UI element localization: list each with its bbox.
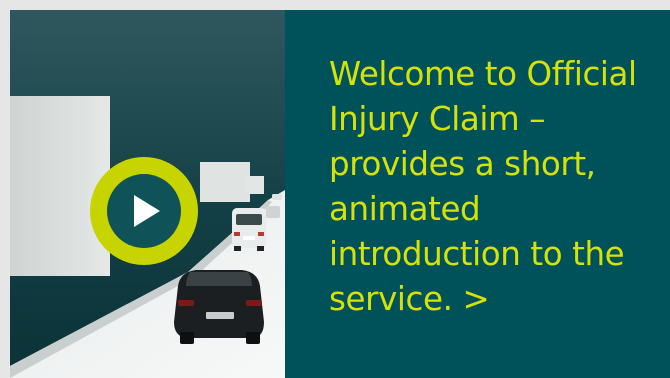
- black-car: [174, 270, 264, 344]
- promo-panel[interactable]: Welcome to Official Injury Claim – provi…: [285, 10, 670, 378]
- video-promo-card: Welcome to Official Injury Claim – provi…: [10, 10, 670, 378]
- video-thumbnail[interactable]: [10, 10, 285, 378]
- white-car: [232, 208, 266, 251]
- play-button[interactable]: [90, 157, 198, 265]
- play-icon: [134, 195, 160, 227]
- promo-link-text[interactable]: Welcome to Official Injury Claim – provi…: [329, 52, 650, 322]
- play-button-inner: [107, 174, 181, 248]
